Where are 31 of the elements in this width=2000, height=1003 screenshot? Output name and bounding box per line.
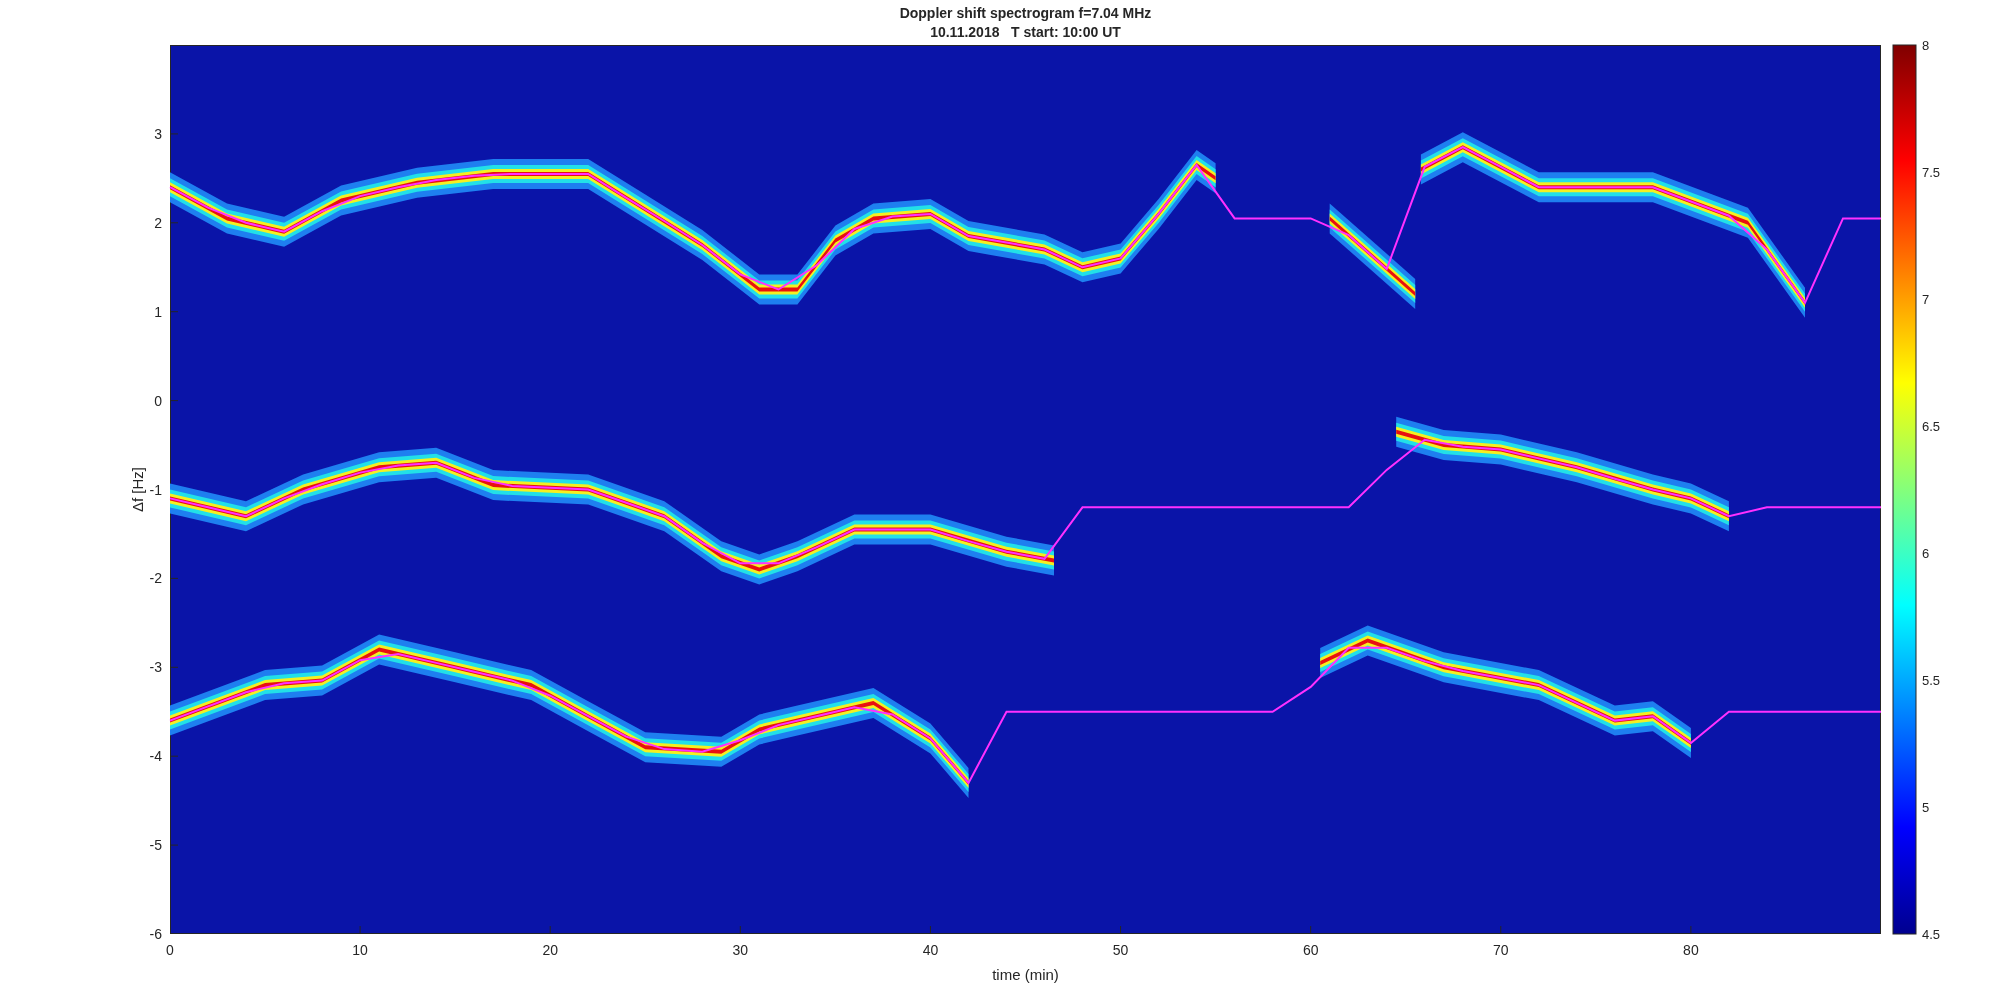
colorbar-tick-label: 8	[1922, 38, 1930, 53]
y-tick-label: 2	[154, 214, 162, 231]
y-tick-label: 1	[154, 303, 162, 320]
chart-title: Doppler shift spectrogram f=7.04 MHz	[899, 5, 1152, 21]
y-tick-label: -3	[149, 659, 162, 676]
x-tick-label: 80	[1683, 942, 1699, 958]
colorbar-tick-label: 7.5	[1922, 165, 1941, 180]
colorbar-tick-label: 4.5	[1922, 927, 1941, 942]
y-tick-label: -1	[149, 481, 162, 498]
colorbar-tick-label: 5.5	[1922, 673, 1941, 688]
y-tick-label: 3	[154, 125, 162, 142]
colorbar-tick-label: 5	[1922, 800, 1930, 815]
y-axis-label: Δf [Hz]	[129, 467, 146, 512]
y-tick-label: -6	[149, 926, 162, 942]
chart-subtitle: 10.11.2018 T start: 10:00 UT	[930, 24, 1121, 40]
x-tick-label: 40	[922, 942, 939, 958]
y-tick-label: -5	[149, 837, 162, 854]
y-tick-label: 0	[154, 392, 162, 409]
x-tick-label: 20	[542, 942, 558, 958]
x-tick-label: 0	[166, 942, 174, 958]
x-tick-label: 70	[1493, 942, 1509, 958]
colorbar-tick-label: 6	[1922, 546, 1930, 561]
x-tick-label: 60	[1302, 942, 1319, 958]
colorbar-tick-label: 6.5	[1922, 419, 1941, 434]
colorbar-tick-label: 7	[1922, 292, 1930, 307]
y-tick-label: -4	[149, 748, 162, 765]
x-tick-label: 30	[732, 942, 749, 958]
x-tick-label: 50	[1112, 942, 1129, 958]
x-tick-label: 10	[352, 942, 368, 958]
x-axis-label: time (min)	[992, 966, 1059, 983]
y-tick-label: -2	[149, 570, 162, 587]
